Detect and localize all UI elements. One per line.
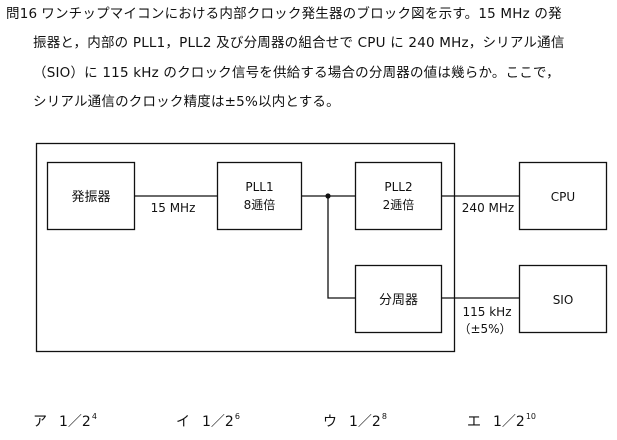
choice-u-base: 1／2 — [349, 414, 381, 430]
choice-i-mark: イ — [176, 414, 190, 430]
pll2-multiplier: 2逓倍 — [383, 197, 415, 212]
osc-frequency-label: 15 MHz — [151, 201, 196, 215]
cpu-block — [518, 161, 608, 231]
question-line-3: （SIO）に 115 kHz のクロック信号を供給する場合の分周器の値は幾らか。… — [33, 65, 560, 81]
pll1-block — [216, 161, 303, 231]
sio-tolerance-label: （±5%） — [458, 322, 511, 336]
question-number: 問16 — [6, 6, 38, 22]
sio-label: SIO — [553, 293, 574, 307]
choice-i-base: 1／2 — [202, 414, 234, 430]
question-text-1: ワンチップマイコンにおける内部クロック発生器のブロック図を示す。15 MHz の… — [41, 6, 562, 22]
question-text-2: 振器と，内部の PLL1，PLL2 及び分周器の組合せで CPU に 240 M… — [33, 35, 565, 51]
pll1-name: PLL1 — [245, 180, 273, 194]
sio-frequency-label: 115 kHz — [463, 305, 512, 319]
oscillator-block — [46, 161, 136, 231]
microcontroller-outline — [35, 142, 456, 353]
choice-u[interactable]: ウ 1／28 — [323, 411, 387, 431]
pll2-name: PLL2 — [384, 180, 412, 194]
sio-block — [518, 264, 608, 334]
choice-a-mark: ア — [33, 414, 47, 430]
cpu-frequency-label: 240 MHz — [462, 201, 514, 215]
answer-choices: ア 1／24 イ 1／26 ウ 1／28 エ 1／210 — [0, 411, 617, 435]
question-text-3: （SIO）に 115 kHz のクロック信号を供給する場合の分周器の値は幾らか。… — [33, 65, 560, 81]
question-line-4: シリアル通信のクロック精度は±5%以内とする。 — [33, 94, 340, 110]
oscillator-label: 発振器 — [71, 190, 110, 205]
cpu-label: CPU — [551, 190, 575, 204]
question-line-1: 問16 ワンチップマイコンにおける内部クロック発生器のブロック図を示す。15 MH… — [6, 6, 562, 22]
choice-u-exponent: 8 — [381, 412, 387, 421]
branch-junction-dot — [325, 193, 331, 199]
pll1-multiplier: 8逓倍 — [244, 197, 276, 212]
choice-e-exponent: 10 — [525, 412, 537, 421]
choice-e-base: 1／2 — [493, 414, 525, 430]
question-text-4: シリアル通信のクロック精度は±5%以内とする。 — [33, 94, 340, 110]
choice-a-base: 1／2 — [59, 414, 91, 430]
choice-e[interactable]: エ 1／210 — [467, 411, 536, 431]
choice-i[interactable]: イ 1／26 — [176, 411, 240, 431]
choice-a-exponent: 4 — [91, 412, 97, 421]
choice-e-mark: エ — [467, 414, 481, 430]
divider-label: 分周器 — [379, 293, 418, 308]
pll2-block — [354, 161, 443, 231]
question-line-2: 振器と，内部の PLL1，PLL2 及び分周器の組合せで CPU に 240 M… — [33, 35, 565, 51]
choice-a[interactable]: ア 1／24 — [33, 411, 97, 431]
choice-u-mark: ウ — [323, 414, 337, 430]
choice-i-exponent: 6 — [234, 412, 240, 421]
divider-block — [354, 264, 443, 334]
branch-to-divider-line — [327, 196, 355, 299]
